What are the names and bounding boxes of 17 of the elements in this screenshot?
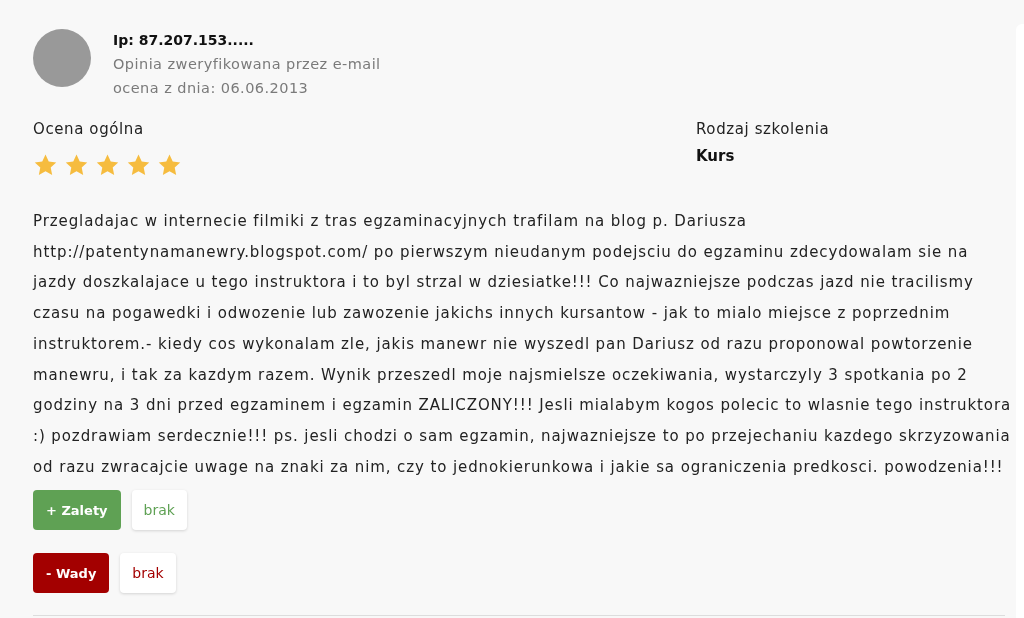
pros-value: brak [131,490,187,531]
star-icon [33,153,58,178]
pros-tag: + Zalety [33,490,121,531]
star-icon [95,153,120,178]
review-text: Przegladajac w internecie filmiki z tras egzaminacyjnych trafilam na blog p. Dariusza http://patentynamanewry.blogspot.com/ po pierwszym nieudanym podejsciu do egzaminu zdecydowalam sie na jazdy doszkalajace u tego instruktora i to byl strzal w dziesiatke!!! Co najwazniejsze podczas jazd nie tracilismy czasu na pogawedki i odwozenie lub zawozenie jakichs innych kursantow - jak to mialo miejsce z poprzednim instruktorem.- kiedy cos wykonalam zle, jakis manewr nie wyszedl pan Dariusz od razu proponowal powtorzenie manewru, i tak za kazdym razem. Wynik przeszedl moje najsmielsze oczekiwania, wystarczyly 3 spotkania po 2 godziny na 3 dni przed egzaminem i egzamin ZALICZONY!!! Jesli mialabym kogos polecic to wlasnie tego instruktora :) pozdrawiam serdecznie!!! ps. jesli chodzi o sam egzamin, najwazniejsze to po przejechaniu kazdego skrzyzowania od razu zwracajcie uwage na znaki za nim, czy to jednokierunkowa i jakie sa ograniczenia predkosci. powodzenia!!! [33,211,1013,478]
star-icon [157,153,182,178]
training-type-label: Rodzaj szkolenia [696,119,830,140]
cons-tag: - Wady [33,553,110,594]
verification-note: Opinia zweryfikowana przez e-mail [113,55,381,74]
star-icon [64,153,89,178]
cons-value: brak [120,553,176,594]
review-date: ocena z dnia: 06.06.2013 [113,79,309,98]
rating-label: Ocena ogólna [33,119,144,140]
star-icon [126,153,151,178]
author-name: Ip: 87.207.153..... [113,31,254,50]
avatar-icon [33,29,91,87]
training-type-value: Kurs [696,146,735,167]
